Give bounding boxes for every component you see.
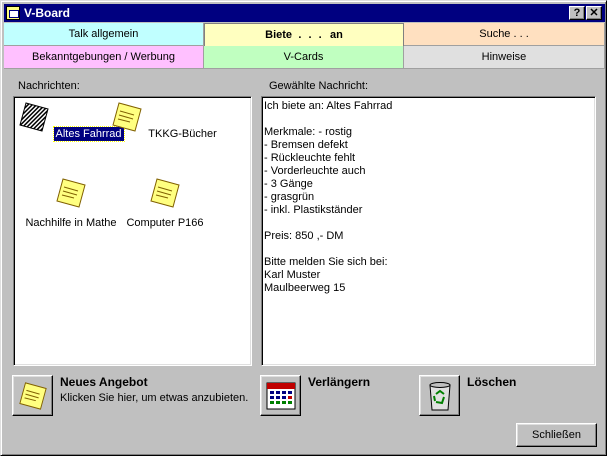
tab-v-cards[interactable]: V-Cards	[204, 46, 404, 69]
sticky-note-icon	[18, 381, 47, 410]
tab-label: Hinweise	[481, 51, 527, 63]
tab-label: Suche . . .	[479, 28, 529, 40]
messages-label: Nachrichten:	[18, 80, 80, 92]
tab-label: Talk allgemein	[68, 28, 139, 40]
selected-message-label: Gewählte Nachricht:	[269, 80, 369, 92]
tab-hinweise[interactable]: Hinweise	[404, 46, 605, 69]
tab-talk-allgemein[interactable]: Talk allgemein	[4, 23, 204, 46]
delete-button[interactable]	[419, 375, 460, 416]
delete-title[interactable]: Löschen	[467, 375, 516, 389]
tab-label: Bekanntgebungen / Werbung	[32, 51, 175, 63]
tab-label-an: an	[330, 29, 343, 41]
new-offer-title[interactable]: Neues Angebot	[60, 375, 148, 389]
sticky-note-icon	[112, 102, 142, 132]
message-detail-panel[interactable]: Ich biete an: Altes Fahrrad Merkmale: - …	[261, 96, 596, 366]
new-offer-button[interactable]	[12, 375, 53, 416]
message-item-tkkg-buecher[interactable]: TKKG-Bücher	[110, 101, 220, 141]
recycle-bin-icon	[428, 381, 451, 410]
tab-label: V-Cards	[283, 51, 324, 63]
close-button-label: Schließen	[532, 429, 581, 441]
tab-bekanntgebungen-werbung[interactable]: Bekanntgebungen / Werbung	[4, 46, 204, 69]
title-bar[interactable]: V-Board ? ✕	[4, 4, 605, 22]
sticky-note-icon	[150, 178, 180, 208]
new-offer-subtitle: Klicken Sie hier, um etwas anzubieten.	[60, 392, 249, 404]
sticky-note-icon	[56, 178, 86, 208]
tab-suche[interactable]: Suche . . .	[404, 23, 605, 46]
striped-note-icon	[19, 102, 50, 132]
close-window-button[interactable]: ✕	[586, 6, 602, 20]
message-label: TKKG-Bücher	[148, 128, 217, 140]
tab-biete-an[interactable]: Biete . . . an	[204, 23, 404, 46]
message-label: Nachhilfe in Mathe	[25, 217, 117, 229]
help-button[interactable]: ?	[569, 6, 585, 20]
tab-label-dots: . . .	[298, 29, 324, 41]
v-board-window: V-Board ? ✕ Talk allgemein Biete . . . a…	[0, 0, 607, 456]
close-button[interactable]: Schließen	[516, 423, 597, 447]
message-label: Computer P166	[126, 217, 204, 229]
extend-title[interactable]: Verlängern	[308, 375, 370, 389]
message-item-computer-p166[interactable]: Computer P166	[110, 177, 220, 230]
message-detail-text: Ich biete an: Altes Fahrrad Merkmale: - …	[264, 100, 393, 294]
app-icon	[6, 6, 20, 20]
messages-list[interactable]: Altes Fahrrad TKKG-Bücher Nachhilfe in M…	[13, 96, 252, 366]
window-title: V-Board	[24, 6, 71, 20]
extend-button[interactable]	[260, 375, 301, 416]
calendar-icon	[266, 382, 295, 409]
category-tabs: Talk allgemein Biete . . . an Suche . . …	[4, 23, 605, 71]
tab-label-biete: Biete	[265, 29, 293, 41]
